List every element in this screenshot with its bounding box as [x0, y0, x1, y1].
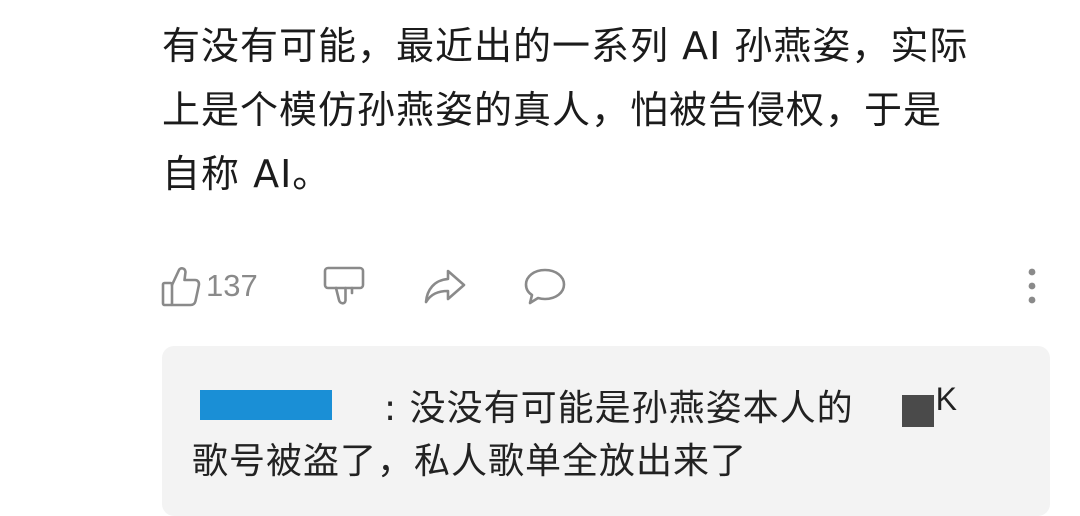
reply-line-1: : 没没有可能是孙燕姿本人的 K: [200, 380, 957, 430]
dislike-button[interactable]: [322, 262, 366, 310]
more-options-button[interactable]: [1022, 262, 1042, 310]
comment-icon: [522, 264, 568, 308]
like-button[interactable]: 137: [160, 262, 258, 310]
comment-text-line-1: 有没有可能，最近出的一系列 AI 孙燕姿，实际: [162, 24, 969, 68]
comment-reply-button[interactable]: [522, 262, 568, 310]
redacted-mark: [901, 395, 934, 427]
redacted-username: [200, 390, 332, 420]
comment-action-bar: 137: [160, 262, 1060, 310]
share-button[interactable]: [422, 262, 468, 310]
reply-k-label: K: [935, 380, 957, 417]
thumbs-down-icon: [322, 263, 366, 309]
comment-text-line-3: 自称 AI。: [162, 152, 332, 196]
reply-text-line-2: 歌号被盗了，私人歌单全放出来了: [192, 441, 748, 482]
reply-preview-box[interactable]: : 没没有可能是孙燕姿本人的 K 歌号被盗了，私人歌单全放出来了: [162, 346, 1050, 516]
like-count: 137: [206, 268, 258, 303]
comment-text-line-2: 上是个模仿孙燕姿的真人，怕被告侵权，于是: [162, 88, 943, 132]
share-icon: [422, 265, 468, 307]
reply-text-line-1: : 没没有可能是孙燕姿本人的: [384, 388, 854, 429]
thumbs-up-icon: [160, 264, 202, 308]
more-vertical-icon: [1022, 264, 1042, 308]
comment-body: 有没有可能，最近出的一系列 AI 孙燕姿，实际 上是个模仿孙燕姿的真人，怕被告侵…: [162, 14, 1042, 206]
